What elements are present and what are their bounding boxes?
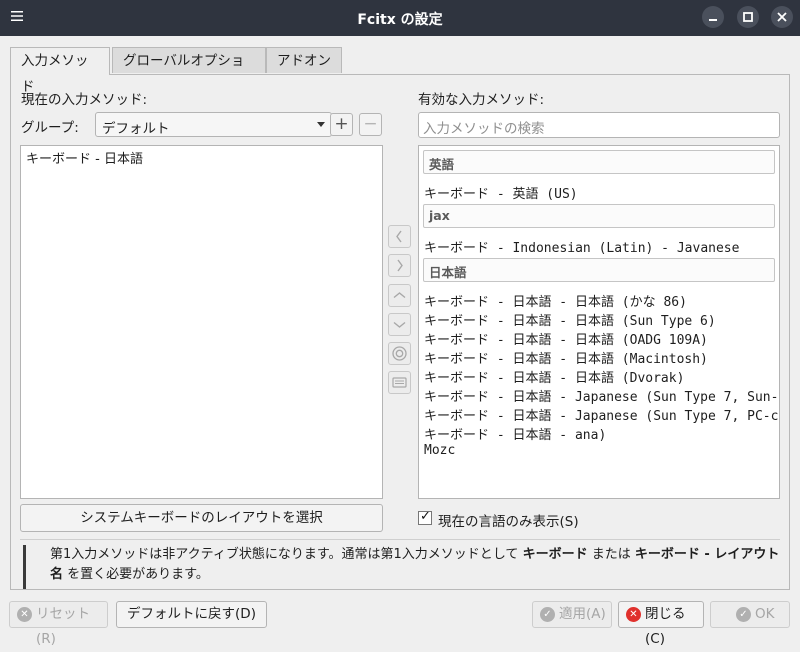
tab-input-method[interactable]: 入力メソッド xyxy=(10,47,110,95)
checkmark-icon: ✓ xyxy=(420,509,431,524)
input-method-panel: 現在の入力メソッド: グループ: デフォルト + − キーボード - 日本語 有… xyxy=(10,74,790,590)
minimize-icon xyxy=(709,19,717,21)
maximize-button[interactable] xyxy=(737,6,759,28)
maximize-icon xyxy=(743,12,753,22)
list-item[interactable]: キーボード - 日本語 - ana) xyxy=(424,424,606,443)
move-left-button[interactable] xyxy=(388,225,411,248)
apply-button[interactable]: ✓ 適用(A) xyxy=(532,601,612,628)
group-header-label: 日本語 xyxy=(429,265,467,280)
move-down-button[interactable] xyxy=(388,313,411,336)
reset-button[interactable]: ✕ リセット(R) xyxy=(9,601,108,647)
ok-icon: ✓ xyxy=(736,607,751,622)
fcitx-config-window: Fcitx の設定 入力メソッド グローバルオプション アドオン 現在の入力メソ… xyxy=(0,0,800,647)
info-message: 第1入力メソッドは非アクティブ状態になります。通常は第1入力メソッドとして キー… xyxy=(23,545,782,589)
add-group-button[interactable]: + xyxy=(330,113,353,136)
reset-label: リセット(R) xyxy=(36,606,90,647)
apply-label: 適用(A) xyxy=(559,606,606,622)
info-text-3: を置く必要があります。 xyxy=(67,567,209,582)
list-item[interactable]: キーボード - 日本語 - Japanese (Sun Type 7, PC-c… xyxy=(424,405,779,424)
available-im-heading: 有効な入力メソッド: xyxy=(418,92,545,108)
window-title: Fcitx の設定 xyxy=(357,12,443,28)
close-window-button[interactable] xyxy=(771,6,793,28)
current-im-list[interactable]: キーボード - 日本語 xyxy=(20,145,383,499)
group-select[interactable]: デフォルト xyxy=(95,112,332,137)
tab-global-options[interactable]: グローバルオプション xyxy=(112,47,266,95)
current-im-heading: 現在の入力メソッド: xyxy=(21,92,148,108)
minimize-button[interactable] xyxy=(702,6,724,28)
close-icon xyxy=(777,12,787,22)
remove-group-button[interactable]: − xyxy=(359,113,382,136)
reset-icon: ✕ xyxy=(17,607,32,622)
current-language-only-label[interactable]: 現在の言語のみ表示(S) xyxy=(438,510,579,530)
list-item[interactable]: Mozc xyxy=(424,443,455,458)
list-item[interactable]: キーボード - 英語 (US) xyxy=(424,183,578,202)
group-header-english: 英語 xyxy=(423,150,775,174)
ok-label: OK xyxy=(755,606,775,622)
titlebar: Fcitx の設定 xyxy=(0,0,800,36)
close-label: 閉じる(C) xyxy=(645,606,686,647)
list-item[interactable]: キーボード - 日本語 xyxy=(26,148,143,167)
current-language-only-checkbox[interactable]: ✓ xyxy=(418,509,432,525)
divider xyxy=(20,539,780,540)
ok-button[interactable]: ✓ OK xyxy=(710,601,790,628)
available-im-list[interactable]: 英語 キーボード - 英語 (US) jax キーボード - Indonesia… xyxy=(418,145,780,499)
info-text-1: 第1入力メソッドは非アクティブ状態になります。通常は第1入力メソッドとして xyxy=(50,547,519,562)
im-search-placeholder: 入力メソッドの検索 xyxy=(423,121,545,137)
info-bold-1: キーボード xyxy=(522,547,588,562)
group-select-value: デフォルト xyxy=(102,121,170,137)
group-header-japanese: 日本語 xyxy=(423,258,775,282)
list-item[interactable]: キーボード - 日本語 - Japanese (Sun Type 7, Sun-… xyxy=(424,386,779,405)
chevron-down-icon xyxy=(317,122,325,127)
list-item[interactable]: キーボード - 日本語 - 日本語 (OADG 109A) xyxy=(424,329,708,348)
tab-addons[interactable]: アドオン xyxy=(266,47,342,73)
move-up-button[interactable] xyxy=(388,284,411,307)
close-circle-icon: ✕ xyxy=(626,607,641,622)
close-button[interactable]: ✕ 閉じる(C) xyxy=(618,601,704,647)
apply-icon: ✓ xyxy=(540,607,555,622)
group-label: グループ: xyxy=(21,120,79,136)
keyboard-icon xyxy=(392,377,407,388)
chevron-down-icon xyxy=(393,321,406,328)
group-header-label: 英語 xyxy=(429,157,455,172)
settings-icon xyxy=(392,346,407,361)
chevron-right-icon xyxy=(397,259,403,272)
list-item[interactable]: キーボード - 日本語 - 日本語 (Dvorak) xyxy=(424,367,684,386)
list-item[interactable]: キーボード - 日本語 - 日本語 (かな 86) xyxy=(424,291,687,310)
select-system-layout-button[interactable]: システムキーボードのレイアウトを選択 xyxy=(20,504,383,532)
list-item[interactable]: キーボード - 日本語 - 日本語 (Macintosh) xyxy=(424,348,708,367)
move-right-button[interactable] xyxy=(388,254,411,277)
group-header-jax: jax xyxy=(423,204,775,228)
im-search-input[interactable]: 入力メソッドの検索 xyxy=(418,112,780,138)
list-item[interactable]: キーボード - 日本語 - 日本語 (Sun Type 6) xyxy=(424,310,716,329)
configure-im-button[interactable] xyxy=(388,342,411,365)
info-text-2: または xyxy=(591,547,631,562)
group-header-label: jax xyxy=(429,208,450,223)
keyboard-layout-button[interactable] xyxy=(388,371,411,394)
restore-defaults-label: デフォルトに戻す(D) xyxy=(127,606,256,622)
chevron-left-icon xyxy=(396,230,402,243)
list-item[interactable]: キーボード - Indonesian (Latin) - Javanese xyxy=(424,237,739,256)
restore-defaults-button[interactable]: デフォルトに戻す(D) xyxy=(116,601,267,628)
chevron-up-icon xyxy=(393,292,406,299)
